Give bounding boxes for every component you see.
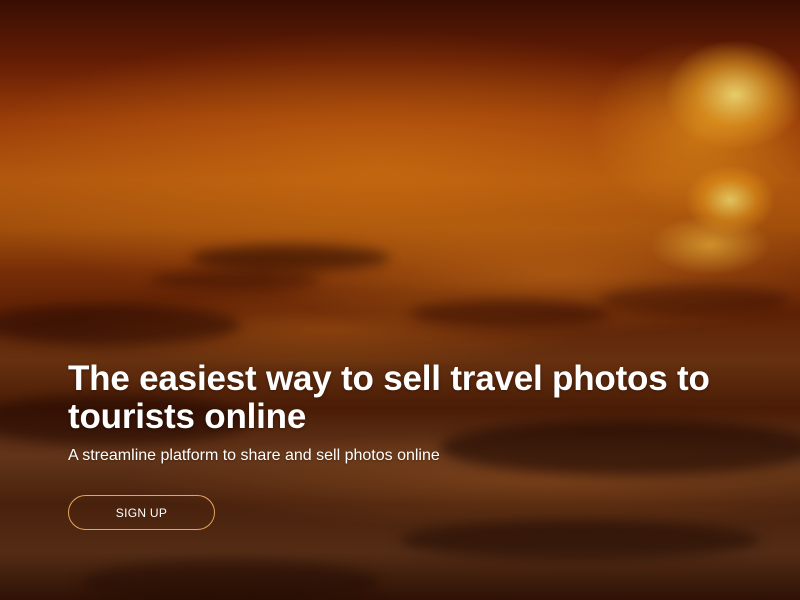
hero-headline: The easiest way to sell travel photos to…: [68, 359, 710, 436]
hero-subheadline: A streamline platform to share and sell …: [68, 447, 440, 464]
hero-section: The easiest way to sell travel photos to…: [0, 0, 800, 600]
sign-up-button[interactable]: SIGN UP: [68, 495, 215, 530]
hero-content: The easiest way to sell travel photos to…: [68, 360, 788, 466]
